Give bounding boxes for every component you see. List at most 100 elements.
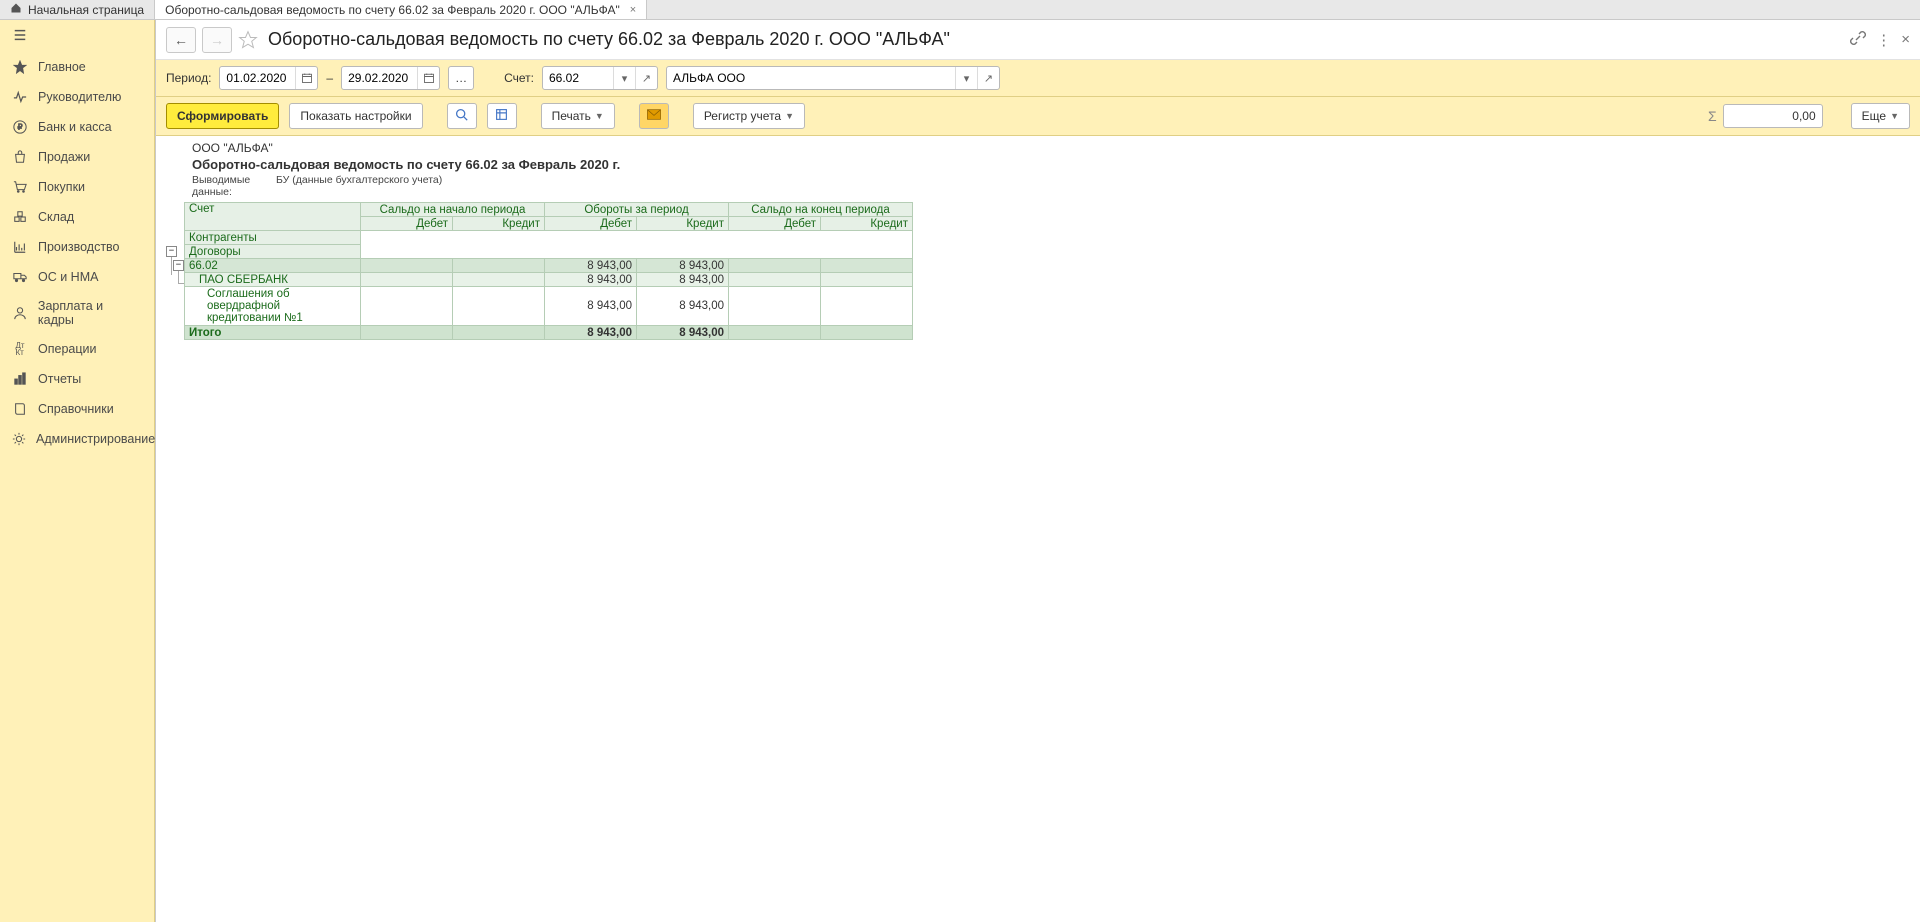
boxes-icon bbox=[12, 209, 28, 225]
page-title: Оборотно-сальдовая ведомость по счету 66… bbox=[268, 29, 1844, 50]
gear-icon bbox=[12, 431, 26, 447]
truck-icon bbox=[12, 269, 28, 285]
sidebar-item-label: Зарплата и кадры bbox=[38, 299, 142, 327]
sum-box: Σ 0,00 bbox=[1708, 104, 1823, 128]
sum-value[interactable]: 0,00 bbox=[1723, 104, 1823, 128]
sidebar-item-salary[interactable]: Зарплата и кадры bbox=[0, 292, 154, 334]
tab-close-icon[interactable]: × bbox=[630, 4, 636, 16]
tab-document[interactable]: Оборотно-сальдовая ведомость по счету 66… bbox=[155, 0, 647, 19]
sidebar-item-label: Покупки bbox=[38, 180, 85, 194]
row-name: Соглашения об овердрафной кредитовании №… bbox=[185, 287, 361, 326]
report-title: Оборотно-сальдовая ведомость по счету 66… bbox=[166, 155, 1910, 174]
sidebar: Главное Руководителю ₽ Банк и касса Прода… bbox=[0, 20, 155, 922]
expand-button[interactable] bbox=[487, 103, 517, 129]
menu-button[interactable] bbox=[0, 20, 154, 52]
tab-home[interactable]: Начальная страница bbox=[0, 0, 155, 19]
register-button[interactable]: Регистр учета▼ bbox=[693, 103, 805, 129]
report-meta-label: Выводимые данные: bbox=[192, 174, 250, 198]
open-ref-icon[interactable]: ↗ bbox=[977, 67, 999, 89]
account-label: Счет: bbox=[504, 71, 534, 85]
dropdown-icon[interactable]: ▾ bbox=[613, 67, 635, 89]
more-button[interactable]: Еще▼ bbox=[1851, 103, 1910, 129]
more-vertical-icon[interactable]: ⋮ bbox=[1876, 31, 1891, 49]
date-from-input[interactable] bbox=[220, 67, 295, 89]
cell: 8 943,00 bbox=[545, 326, 637, 340]
date-to-input[interactable] bbox=[342, 67, 417, 89]
date-to-field[interactable] bbox=[341, 66, 440, 90]
col-header: Контрагенты bbox=[185, 231, 361, 245]
favorite-icon[interactable] bbox=[238, 30, 258, 50]
generate-label: Сформировать bbox=[177, 109, 268, 123]
sidebar-item-warehouse[interactable]: Склад bbox=[0, 202, 154, 232]
sidebar-item-label: ОС и НМА bbox=[38, 270, 98, 284]
col-group-header: Обороты за период bbox=[545, 203, 729, 217]
sigma-icon: Σ bbox=[1708, 108, 1717, 124]
table-row[interactable]: ПАО СБЕРБАНК 8 943,00 8 943,00 bbox=[185, 273, 913, 287]
toolbar: Сформировать Показать настройки Печать▼ … bbox=[156, 97, 1920, 136]
org-field[interactable]: ▾ ↗ bbox=[666, 66, 1000, 90]
account-input[interactable] bbox=[543, 67, 613, 89]
sidebar-item-production[interactable]: Производство bbox=[0, 232, 154, 262]
nav-back-button[interactable]: ← bbox=[166, 27, 196, 53]
dtkt-icon: ДтКт bbox=[12, 341, 28, 357]
sidebar-item-operations[interactable]: ДтКтОперации bbox=[0, 334, 154, 364]
titlebar: ← → Оборотно-сальдовая ведомость по счет… bbox=[156, 20, 1920, 60]
print-label: Печать bbox=[552, 109, 591, 123]
ruble-icon: ₽ bbox=[12, 119, 28, 135]
date-from-field[interactable] bbox=[219, 66, 318, 90]
table-row[interactable]: 66.02 8 943,00 8 943,00 bbox=[185, 259, 913, 273]
cell: 8 943,00 bbox=[637, 287, 729, 326]
col-header: Кредит bbox=[637, 217, 729, 231]
collapse-button[interactable]: − bbox=[166, 246, 177, 257]
mail-button[interactable] bbox=[639, 103, 669, 129]
sidebar-item-label: Банк и касса bbox=[38, 120, 112, 134]
period-label: Период: bbox=[166, 71, 211, 85]
book-icon bbox=[12, 401, 28, 417]
report-area[interactable]: ООО "АЛЬФА" Оборотно-сальдовая ведомость… bbox=[156, 136, 1920, 922]
chart-icon bbox=[12, 239, 28, 255]
sidebar-item-purchases[interactable]: Покупки bbox=[0, 172, 154, 202]
search-icon bbox=[455, 108, 468, 124]
tab-home-label: Начальная страница bbox=[28, 3, 144, 17]
search-button[interactable] bbox=[447, 103, 477, 129]
calendar-icon[interactable] bbox=[295, 67, 317, 89]
main: ← → Оборотно-сальдовая ведомость по счет… bbox=[155, 20, 1920, 922]
collapse-button[interactable]: − bbox=[173, 260, 184, 271]
table-total-row[interactable]: Итого 8 943,00 8 943,00 bbox=[185, 326, 913, 340]
sidebar-item-label: Производство bbox=[38, 240, 120, 254]
table-row[interactable]: Соглашения об овердрафной кредитовании №… bbox=[185, 287, 913, 326]
period-picker-button[interactable]: … bbox=[448, 66, 474, 90]
sidebar-item-admin[interactable]: Администрирование bbox=[0, 424, 154, 454]
org-input[interactable] bbox=[667, 67, 955, 89]
generate-button[interactable]: Сформировать bbox=[166, 103, 279, 129]
cell: 8 943,00 bbox=[545, 287, 637, 326]
cell: 8 943,00 bbox=[545, 273, 637, 287]
period-dash: – bbox=[326, 71, 333, 85]
report-meta-value: БУ (данные бухгалтерского учета) bbox=[276, 174, 442, 198]
dropdown-icon[interactable]: ▾ bbox=[955, 67, 977, 89]
calendar-icon[interactable] bbox=[417, 67, 439, 89]
sidebar-item-refs[interactable]: Справочники bbox=[0, 394, 154, 424]
sidebar-item-main[interactable]: Главное bbox=[0, 52, 154, 82]
col-group-header: Сальдо на конец периода bbox=[729, 203, 913, 217]
nav-forward-button[interactable]: → bbox=[202, 27, 232, 53]
print-button[interactable]: Печать ▼ bbox=[541, 103, 615, 129]
cell: 8 943,00 bbox=[637, 259, 729, 273]
sidebar-item-reports[interactable]: Отчеты bbox=[0, 364, 154, 394]
sidebar-item-bank[interactable]: ₽ Банк и касса bbox=[0, 112, 154, 142]
sidebar-item-manager[interactable]: Руководителю bbox=[0, 82, 154, 112]
account-field[interactable]: ▾ ↗ bbox=[542, 66, 658, 90]
tab-document-label: Оборотно-сальдовая ведомость по счету 66… bbox=[165, 3, 620, 17]
col-header: Дебет bbox=[729, 217, 821, 231]
chevron-down-icon: ▼ bbox=[595, 111, 604, 121]
star-icon bbox=[12, 59, 28, 75]
col-header: Кредит bbox=[821, 217, 913, 231]
bars-icon bbox=[12, 371, 28, 387]
close-icon[interactable]: × bbox=[1901, 31, 1910, 48]
link-icon[interactable] bbox=[1850, 30, 1866, 50]
col-header: Счет bbox=[189, 203, 356, 215]
sidebar-item-sales[interactable]: Продажи bbox=[0, 142, 154, 172]
show-settings-button[interactable]: Показать настройки bbox=[289, 103, 422, 129]
sidebar-item-assets[interactable]: ОС и НМА bbox=[0, 262, 154, 292]
open-ref-icon[interactable]: ↗ bbox=[635, 67, 657, 89]
